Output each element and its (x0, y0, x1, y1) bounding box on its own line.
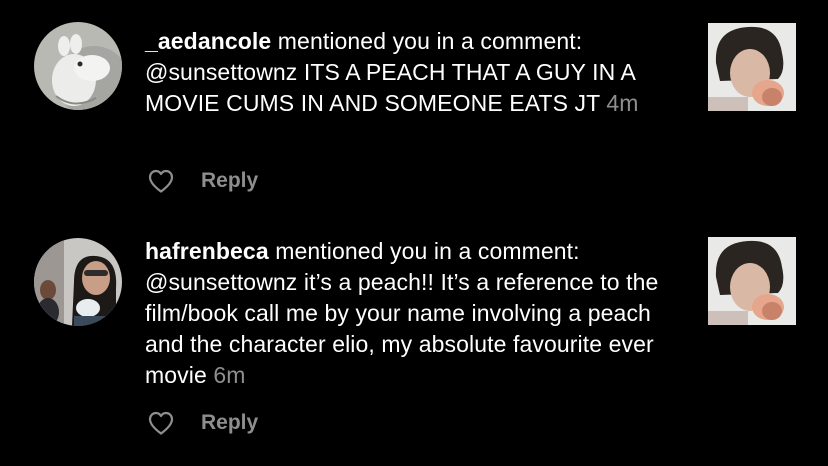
notification-text: _aedancole mentioned you in a comment: @… (145, 26, 690, 119)
user-photo-avatar[interactable] (34, 238, 122, 326)
username-link[interactable]: _aedancole (145, 28, 271, 54)
timestamp: 4m (606, 90, 639, 116)
notification-item[interactable]: _aedancole mentioned you in a comment: @… (0, 0, 828, 232)
notification-action: mentioned you in a comment: (271, 28, 583, 54)
username-link[interactable]: hafrenbeca (145, 238, 269, 264)
heart-outline-icon[interactable] (147, 410, 175, 436)
notification-text: hafrenbeca mentioned you in a comment: @… (145, 236, 690, 391)
reply-button[interactable]: Reply (201, 169, 258, 193)
post-photo-thumbnail[interactable] (708, 237, 796, 325)
moomin-avatar[interactable] (34, 22, 122, 110)
notification-item[interactable]: hafrenbeca mentioned you in a comment: @… (0, 232, 828, 466)
heart-outline-icon[interactable] (147, 168, 175, 194)
reply-button[interactable]: Reply (201, 411, 258, 435)
mention-link[interactable]: @sunsettownz (145, 59, 297, 85)
post-photo-thumbnail[interactable] (708, 23, 796, 111)
notification-action: mentioned you in a comment: (268, 238, 580, 264)
timestamp: 6m (213, 362, 246, 388)
comment-actions: Reply (147, 166, 258, 196)
mention-link[interactable]: @sunsettownz (145, 269, 297, 295)
comment-actions: Reply (147, 408, 258, 438)
